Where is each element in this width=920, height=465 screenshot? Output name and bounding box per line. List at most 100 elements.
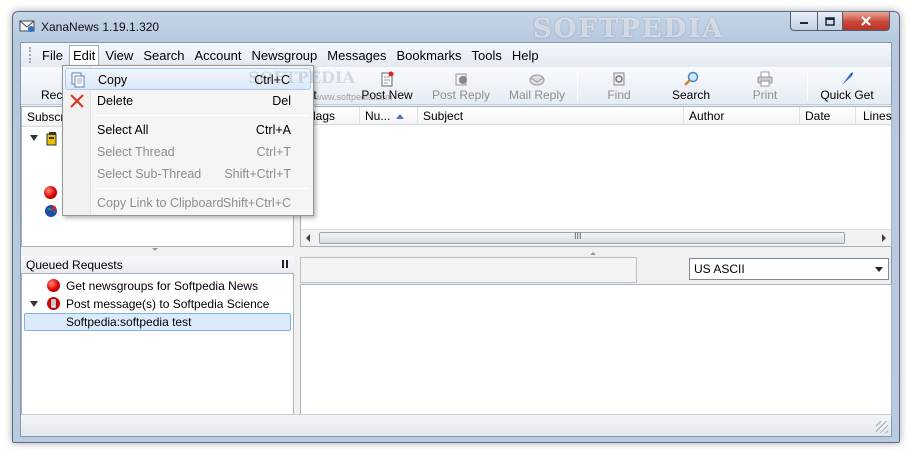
menu-bookmarks[interactable]: Bookmarks: [393, 45, 466, 66]
menu-item-delete[interactable]: Delete Del: [65, 90, 311, 112]
request-icon: [47, 279, 60, 292]
menu-file[interactable]: File: [38, 45, 67, 66]
list-item[interactable]: Post message(s) to Softpedia Science: [22, 295, 293, 313]
sort-ascending-icon: [396, 114, 405, 120]
column-separator[interactable]: [359, 107, 360, 125]
menu-bar: File Edit View Search Account Newsgroup …: [21, 43, 891, 67]
minimize-button[interactable]: [790, 12, 818, 31]
horizontal-splitter[interactable]: [21, 247, 294, 256]
menu-help[interactable]: Help: [508, 45, 543, 66]
message-body-pane[interactable]: [300, 284, 892, 416]
menu-item-select-all[interactable]: Select All Ctrl+A: [65, 119, 311, 141]
menu-item-label: Copy Link to Clipboard: [97, 196, 224, 210]
quick-get-button[interactable]: Quick Get: [819, 69, 875, 103]
menu-item-copy-link[interactable]: Copy Link to Clipboard Shift+Ctrl+C: [65, 192, 311, 214]
menu-item-label: Delete: [97, 94, 134, 108]
menu-item-label: Select Thread: [97, 145, 175, 159]
column-separator[interactable]: [855, 107, 856, 125]
column-lines[interactable]: Lines: [863, 109, 892, 123]
pause-icon[interactable]: [282, 260, 288, 268]
server-icon: [46, 132, 57, 146]
search-icon: [684, 71, 699, 86]
column-separator[interactable]: [799, 107, 800, 125]
column-number[interactable]: Nu...: [365, 109, 405, 123]
queued-requests-header: Queued Requests: [21, 256, 294, 273]
message-list-pane[interactable]: lags Nu... Subject Author Date Lines III: [300, 106, 892, 247]
queued-requests-title: Queued Requests: [26, 258, 123, 272]
post-reply-icon: [455, 73, 467, 86]
menu-view[interactable]: View: [101, 45, 137, 66]
menu-newsgroup[interactable]: Newsgroup: [248, 45, 322, 66]
reconnect-icon: [47, 71, 63, 87]
menu-search[interactable]: Search: [139, 45, 188, 66]
message-list-header: lags Nu... Subject Author Date Lines: [301, 107, 892, 125]
menu-item-shortcut: Shift+Ctrl+T: [224, 167, 291, 181]
maximize-icon: [825, 16, 835, 26]
globe-icon: [45, 205, 57, 217]
edit-menu-dropdown: Copy Ctrl+C Delete Del Select All Ctrl+A…: [62, 65, 393, 216]
newsgroup-icon: [44, 186, 57, 199]
menu-item-select-sub-thread[interactable]: Select Sub-Thread Shift+Ctrl+T: [65, 163, 311, 185]
resize-grip-icon[interactable]: [876, 421, 888, 433]
menu-account[interactable]: Account: [191, 45, 246, 66]
menu-separator: [95, 188, 309, 189]
find-label: Find: [607, 88, 631, 102]
post-request-icon: [47, 297, 60, 310]
menu-item-shortcut: Ctrl+T: [256, 145, 291, 159]
splitter-grip-icon: [590, 252, 596, 255]
horizontal-scrollbar[interactable]: III: [301, 229, 891, 246]
scroll-left-icon[interactable]: [306, 234, 310, 242]
message-subject-box: [300, 257, 637, 283]
list-item[interactable]: Get newsgroups for Softpedia News: [22, 277, 293, 295]
print-button[interactable]: Print: [747, 69, 783, 103]
close-icon: [861, 16, 871, 26]
menu-item-label: Copy: [98, 73, 128, 87]
search-button[interactable]: Search: [669, 69, 713, 103]
mail-reply-label: Mail Reply: [508, 88, 565, 102]
menu-tools[interactable]: Tools: [468, 45, 506, 66]
toolbar-separator: [807, 71, 808, 101]
mail-reply-icon: [529, 74, 545, 86]
copy-icon: [71, 72, 85, 88]
menu-edit[interactable]: Edit: [68, 44, 100, 66]
find-button[interactable]: Find: [601, 69, 637, 103]
print-icon: [757, 71, 773, 87]
scroll-right-icon[interactable]: [882, 234, 886, 242]
delete-icon: [70, 94, 84, 108]
menu-watermark: SOFTPEDIA: [248, 68, 355, 87]
title-bar[interactable]: XanaNews 1.19.1.320 SOFTPEDIA: [13, 12, 899, 44]
list-item[interactable]: Softpedia:softpedia test: [22, 313, 293, 331]
post-new-icon: [381, 71, 394, 87]
column-separator[interactable]: [417, 107, 418, 125]
list-item-label: Softpedia:softpedia test: [24, 313, 291, 331]
menu-watermark-url: www.softpedia.com: [315, 92, 393, 102]
close-button[interactable]: [842, 12, 890, 31]
menu-item-shortcut: Ctrl+A: [255, 123, 291, 137]
maximize-button[interactable]: [817, 12, 843, 31]
column-flags[interactable]: lags: [313, 109, 335, 123]
app-logo-icon: [19, 20, 35, 32]
column-author[interactable]: Author: [689, 109, 724, 123]
menu-item-select-thread[interactable]: Select Thread Ctrl+T: [65, 141, 311, 163]
post-reply-button[interactable]: Post Reply: [429, 69, 493, 103]
quick-get-icon: [842, 72, 853, 85]
post-reply-label: Post Reply: [431, 88, 491, 102]
list-item-label: Post message(s) to Softpedia Science: [66, 297, 270, 311]
minimize-icon: [800, 22, 808, 24]
tree-expander-icon[interactable]: [30, 135, 38, 141]
column-date[interactable]: Date: [805, 109, 830, 123]
column-separator[interactable]: [683, 107, 684, 125]
quick-get-label: Quick Get: [820, 88, 874, 102]
charset-select[interactable]: US ASCII: [689, 258, 889, 280]
scrollbar-thumb[interactable]: III: [319, 231, 845, 244]
menu-grip[interactable]: [29, 47, 32, 63]
search-label: Search: [671, 88, 711, 102]
window-title: XanaNews 1.19.1.320: [41, 20, 160, 34]
print-label: Print: [752, 88, 778, 102]
menu-messages[interactable]: Messages: [323, 45, 390, 66]
watermark: SOFTPEDIA: [533, 14, 725, 44]
tree-expander-icon[interactable]: [30, 301, 38, 307]
mail-reply-button[interactable]: Mail Reply: [505, 69, 569, 103]
queued-requests-list[interactable]: Get newsgroups for Softpedia News Post m…: [21, 273, 294, 416]
column-subject[interactable]: Subject: [423, 109, 463, 123]
